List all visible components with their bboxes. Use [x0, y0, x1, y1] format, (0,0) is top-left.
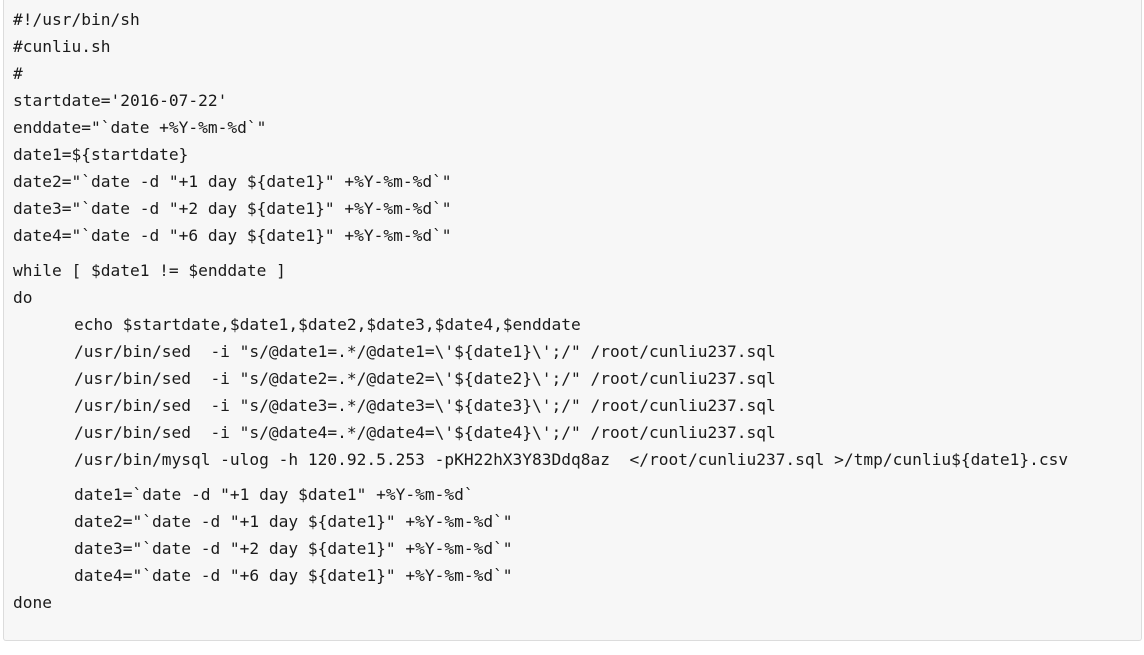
code-line: date3="`date -d "+2 day ${date1}" +%Y-%m… [13, 199, 452, 218]
code-line: echo $startdate,$date1,$date2,$date3,$da… [74, 315, 581, 334]
code-line: while [ $date1 != $enddate ] [13, 261, 286, 280]
code-line: /usr/bin/sed -i "s/@date1=.*/@date1=\'${… [74, 342, 776, 361]
code-line: /usr/bin/sed -i "s/@date3=.*/@date3=\'${… [74, 396, 776, 415]
code-line: done [13, 593, 52, 612]
code-line: /usr/bin/sed -i "s/@date4=.*/@date4=\'${… [74, 423, 776, 442]
code-line: date1=${startdate} [13, 145, 189, 164]
code-line: #!/usr/bin/sh [13, 10, 140, 29]
code-line: startdate='2016-07-22' [13, 91, 228, 110]
code-line: /usr/bin/sed -i "s/@date2=.*/@date2=\'${… [74, 369, 776, 388]
code-line: do [13, 288, 33, 307]
code-line: # [13, 64, 23, 83]
code-line: /usr/bin/mysql -ulog -h 120.92.5.253 -pK… [74, 450, 1069, 469]
code-line: date4="`date -d "+6 day ${date1}" +%Y-%m… [74, 566, 513, 585]
code-line: enddate="`date +%Y-%m-%d`" [13, 118, 267, 137]
code-line: date2="`date -d "+1 day ${date1}" +%Y-%m… [13, 172, 452, 191]
code-line: date1=`date -d "+1 day $date1" +%Y-%m-%d… [74, 485, 474, 504]
code-line: date2="`date -d "+1 day ${date1}" +%Y-%m… [74, 512, 513, 531]
code-line: date3="`date -d "+2 day ${date1}" +%Y-%m… [74, 539, 513, 558]
code-block: #!/usr/bin/sh #cunliu.sh # startdate='20… [3, 0, 1142, 641]
code-line: date4="`date -d "+6 day ${date1}" +%Y-%m… [13, 226, 452, 245]
code-line: #cunliu.sh [13, 37, 111, 56]
